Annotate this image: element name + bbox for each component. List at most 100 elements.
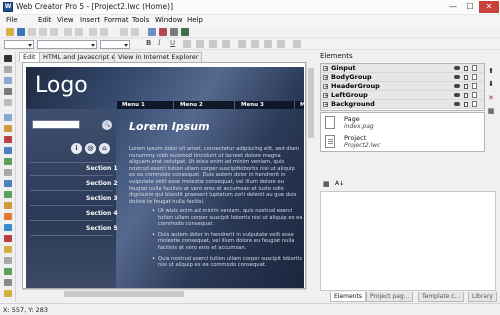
page-icon[interactable]: [472, 83, 477, 89]
visibility-icon[interactable]: [454, 93, 460, 97]
lock-icon[interactable]: [464, 66, 468, 71]
tree-row-leftgroup[interactable]: + LeftGroup: [321, 91, 484, 100]
lock-icon[interactable]: [464, 75, 468, 80]
script-tool-icon[interactable]: [4, 257, 12, 264]
align-center-icon[interactable]: [251, 40, 259, 48]
html-tool-icon[interactable]: [4, 246, 12, 253]
page-icon[interactable]: [472, 74, 477, 80]
font-combo[interactable]: [37, 40, 97, 49]
menu-window[interactable]: Window: [155, 16, 183, 24]
underline-button[interactable]: U: [170, 39, 175, 47]
open-icon[interactable]: [6, 28, 14, 36]
delete-icon[interactable]: ✕: [486, 93, 496, 103]
size-combo[interactable]: [100, 40, 130, 49]
properties-grid[interactable]: [320, 191, 496, 291]
cut-icon[interactable]: [28, 28, 36, 36]
highlight-icon[interactable]: [196, 40, 204, 48]
button-tool-icon[interactable]: [4, 125, 12, 132]
vertical-scrollbar[interactable]: [306, 62, 314, 289]
shape-tool-icon[interactable]: [4, 88, 12, 95]
design-canvas[interactable]: Logo Menu 1 Menu 2 Menu 3 Menu 4 🔍 i @ ⌂…: [22, 62, 306, 289]
tree-row-bodygroup[interactable]: + BodyGroup: [321, 73, 484, 82]
align-left-icon[interactable]: [238, 40, 246, 48]
map-tool-icon[interactable]: [4, 268, 12, 275]
save-icon[interactable]: [17, 28, 25, 36]
expand-icon[interactable]: +: [323, 102, 328, 108]
style-combo[interactable]: [4, 40, 34, 49]
align-icon[interactable]: [120, 28, 128, 36]
site-search-input[interactable]: [32, 120, 80, 129]
visibility-icon[interactable]: [454, 102, 460, 106]
menu-format[interactable]: Format: [104, 16, 129, 24]
content-paragraph[interactable]: Lorem ipsum dolor sit amet, consectetur …: [129, 146, 301, 205]
tab-edit[interactable]: Edit: [19, 52, 40, 62]
expand-icon[interactable]: +: [323, 66, 328, 72]
table-tool-icon[interactable]: [4, 77, 12, 84]
horizontal-scrollbar[interactable]: [22, 289, 306, 297]
tree-row-ginput[interactable]: + Ginput: [321, 64, 484, 73]
checkbox-tool-icon[interactable]: [4, 180, 12, 187]
group-icon[interactable]: [131, 28, 139, 36]
preview-icon[interactable]: [148, 28, 156, 36]
video-tool-icon[interactable]: [4, 224, 12, 231]
list-item[interactable]: Project Project2.lwc: [325, 133, 475, 151]
radio-tool-icon[interactable]: [4, 191, 12, 198]
list-item[interactable]: Page index.pag: [325, 114, 475, 132]
bullet-list-icon[interactable]: [209, 40, 217, 48]
visibility-icon[interactable]: [454, 84, 460, 88]
section-3-link[interactable]: Section 3: [86, 195, 118, 202]
print-icon[interactable]: [170, 28, 178, 36]
content-bullet-list[interactable]: Ut wisis enim ad minim veniam, quis nost…: [152, 208, 304, 273]
section-2-link[interactable]: Section 2: [86, 180, 118, 187]
section-4-link[interactable]: Section 4: [86, 210, 118, 217]
menu-tools[interactable]: Tools: [132, 16, 149, 24]
nav-menu-3[interactable]: Menu 3: [241, 101, 264, 109]
tab-project-pages[interactable]: Project pag...: [366, 292, 414, 302]
undo-icon[interactable]: [64, 28, 72, 36]
form-tool-icon[interactable]: [4, 147, 12, 154]
justify-icon[interactable]: [277, 40, 285, 48]
scroll-thumb[interactable]: [64, 291, 184, 297]
menu-file[interactable]: File: [6, 16, 18, 24]
minimize-button[interactable]: —: [445, 1, 461, 13]
tab-elements[interactable]: Elements: [330, 292, 366, 302]
copy-icon[interactable]: [39, 28, 47, 36]
email-icon[interactable]: @: [85, 143, 96, 154]
sort-alpha-icon[interactable]: A↓: [335, 180, 344, 187]
lock-icon[interactable]: [464, 84, 468, 89]
flash-tool-icon[interactable]: [4, 136, 12, 143]
expand-icon[interactable]: +: [323, 75, 328, 81]
nav-menu-1[interactable]: Menu 1: [122, 101, 145, 109]
info-icon[interactable]: i: [71, 143, 82, 154]
page-icon[interactable]: [472, 92, 477, 98]
section-5-link[interactable]: Section 5: [86, 225, 118, 232]
upload-icon[interactable]: [181, 28, 189, 36]
image-tool-icon[interactable]: [4, 114, 12, 121]
close-button[interactable]: ✕: [479, 1, 499, 13]
indent-icon[interactable]: [293, 40, 301, 48]
visibility-icon[interactable]: [454, 66, 460, 70]
tab-view-ie[interactable]: View in Internet Explorer: [114, 52, 203, 62]
audio-tool-icon[interactable]: [4, 235, 12, 242]
move-up-icon[interactable]: ⬆: [486, 66, 496, 76]
list-tool-icon[interactable]: [4, 202, 12, 209]
nav-menu-4[interactable]: Menu 4: [300, 101, 304, 109]
menu-tool-icon[interactable]: [4, 158, 12, 165]
rectangle-tool-icon[interactable]: [4, 99, 12, 106]
font-color-icon[interactable]: [183, 40, 191, 48]
numbered-list-icon[interactable]: [222, 40, 230, 48]
bold-button[interactable]: B: [146, 39, 151, 47]
visibility-icon[interactable]: [454, 75, 460, 79]
rss-tool-icon[interactable]: [4, 213, 12, 220]
site-logo[interactable]: Logo: [35, 73, 88, 98]
expand-icon[interactable]: +: [323, 84, 328, 90]
lock-icon[interactable]: [464, 93, 468, 98]
plugin-tool-icon[interactable]: [4, 290, 12, 297]
section-1-link[interactable]: Section 1: [86, 165, 118, 172]
page-icon[interactable]: [472, 65, 477, 71]
misc-tool-icon[interactable]: [4, 279, 12, 286]
find-icon[interactable]: [100, 28, 108, 36]
nav-menu-2[interactable]: Menu 2: [180, 101, 203, 109]
paste-icon[interactable]: [50, 28, 58, 36]
input-tool-icon[interactable]: [4, 169, 12, 176]
